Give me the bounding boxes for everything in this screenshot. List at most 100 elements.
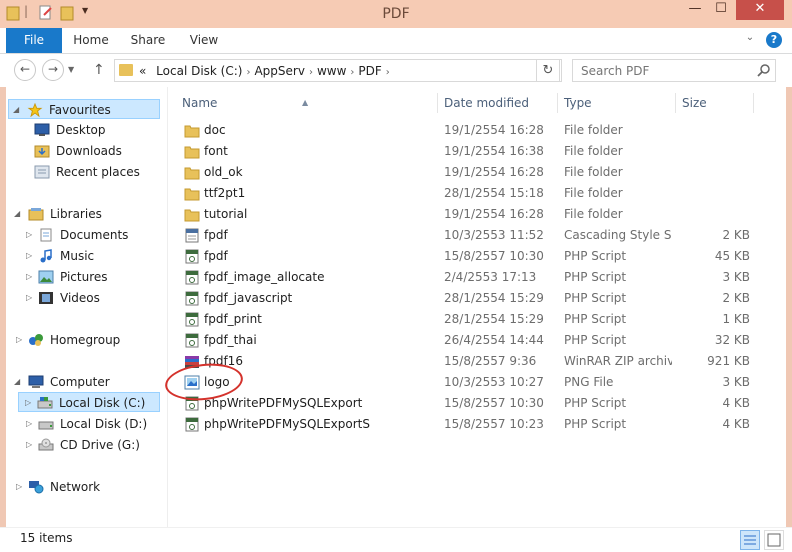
address-bar[interactable]: « Local Disk (C:)›AppServ›www›PDF› ▼ <box>114 59 635 82</box>
file-row[interactable]: tutorial 19/1/2554 16:28 File folder <box>176 204 764 225</box>
chevron-right-icon[interactable]: › <box>246 67 250 78</box>
file-date-modified: 15/8/2557 9:36 <box>444 354 537 368</box>
php-file-icon <box>185 270 199 285</box>
file-row[interactable]: fpdf 15/8/2557 10:30 PHP Script 45 KB <box>176 246 764 267</box>
tab-share[interactable]: Share <box>120 28 176 53</box>
help-icon[interactable]: ? <box>766 32 782 48</box>
nav-homegroup[interactable]: ▷ Homegroup <box>16 330 121 350</box>
file-row[interactable]: fpdf_javascript 28/1/2554 15:29 PHP Script… <box>176 288 764 309</box>
expand-arrow-icon[interactable]: ▷ <box>26 267 32 287</box>
details-view-button[interactable] <box>740 530 760 550</box>
file-row[interactable]: doc 19/1/2554 16:28 File folder <box>176 120 764 141</box>
nav-local-disk-d[interactable]: ▷ Local Disk (D:) <box>26 414 147 434</box>
collapse-arrow-icon[interactable]: ◢ <box>14 372 20 392</box>
expand-arrow-icon[interactable]: ▷ <box>16 477 22 497</box>
large-icons-view-button[interactable] <box>764 530 784 550</box>
back-button[interactable]: ← <box>14 59 36 81</box>
folder-icon <box>184 188 200 201</box>
folder-icon <box>184 125 200 138</box>
minimize-button[interactable]: — <box>682 0 708 20</box>
downloads-icon <box>34 145 50 158</box>
breadcrumb-pdf[interactable]: PDF <box>358 64 381 78</box>
expand-arrow-icon[interactable]: ▷ <box>26 225 32 245</box>
expand-arrow-icon[interactable]: ▷ <box>26 435 32 455</box>
tab-file[interactable]: File <box>6 28 62 53</box>
nav-local-disk-c[interactable]: ▷ Local Disk (C:) <box>18 392 160 412</box>
nav-computer[interactable]: ◢ Computer <box>14 372 110 392</box>
breadcrumb-www[interactable]: www <box>317 64 346 78</box>
breadcrumb-overflow[interactable]: « <box>139 64 146 78</box>
file-row[interactable]: fpdf_thai 26/4/2554 14:44 PHP Script 32 KB <box>176 330 764 351</box>
nav-homegroup-label: Homegroup <box>50 333 121 347</box>
nav-documents-label: Documents <box>60 228 129 242</box>
navigation-pane: ◢ Favourites Desktop Downloads Recent pl… <box>6 87 168 527</box>
nav-libraries[interactable]: ◢ Libraries <box>14 204 102 224</box>
chevron-right-icon[interactable]: › <box>309 67 313 78</box>
nav-downloads[interactable]: Downloads <box>34 141 122 161</box>
expand-arrow-icon[interactable]: ▷ <box>16 330 22 350</box>
folder-icon <box>184 146 200 159</box>
breadcrumb-appserv[interactable]: AppServ <box>254 64 304 78</box>
php-file-icon <box>185 249 199 264</box>
nav-music[interactable]: ▷ Music <box>26 246 94 266</box>
forward-button[interactable]: → <box>42 59 64 81</box>
search-input[interactable] <box>573 60 753 81</box>
file-date-modified: 28/1/2554 15:18 <box>444 186 544 200</box>
nav-documents[interactable]: ▷ Documents <box>26 225 129 245</box>
breadcrumb-local-disk[interactable]: Local Disk (C:) <box>156 64 242 78</box>
column-header-date[interactable]: Date modified <box>438 93 558 113</box>
refresh-button[interactable]: ↻ <box>536 59 560 82</box>
expand-arrow-icon[interactable]: ▷ <box>25 393 31 413</box>
chevron-right-icon[interactable]: › <box>350 67 354 78</box>
close-button[interactable]: ✕ <box>736 0 784 20</box>
sort-ascending-icon: ▲ <box>302 98 309 107</box>
expand-ribbon-icon[interactable]: ⌄ <box>742 32 758 48</box>
search-icon[interactable] <box>757 63 771 77</box>
column-header-name[interactable]: Name ▲ <box>176 93 438 113</box>
file-row[interactable]: fpdf 10/3/2553 11:52 Cascading Style S... 2… <box>176 225 764 246</box>
network-icon <box>29 481 44 494</box>
search-box[interactable] <box>572 59 776 82</box>
file-size: 3 KB <box>722 270 750 284</box>
nav-desktop-label: Desktop <box>56 123 106 137</box>
file-date-modified: 19/1/2554 16:28 <box>444 207 544 221</box>
pictures-icon <box>38 270 54 284</box>
file-size: 1 KB <box>722 312 750 326</box>
nav-videos[interactable]: ▷ Videos <box>26 288 100 308</box>
tab-view[interactable]: View <box>178 28 230 53</box>
nav-favourites[interactable]: ◢ Favourites <box>8 99 160 119</box>
expand-arrow-icon[interactable]: ▷ <box>26 246 32 266</box>
nav-recent-places[interactable]: Recent places <box>34 162 140 182</box>
nav-desktop[interactable]: Desktop <box>34 120 106 140</box>
nav-favourites-label: Favourites <box>49 103 111 117</box>
column-header-size[interactable]: Size <box>676 93 754 113</box>
chevron-right-icon[interactable]: › <box>386 67 390 78</box>
file-row[interactable]: ttf2pt1 28/1/2554 15:18 File folder <box>176 183 764 204</box>
expand-arrow-icon[interactable]: ▷ <box>26 288 32 308</box>
tab-home[interactable]: Home <box>64 28 118 53</box>
file-row[interactable]: fpdf16 15/8/2557 9:36 WinRAR ZIP archive 92… <box>176 351 764 372</box>
column-header-type[interactable]: Type <box>558 93 676 113</box>
file-name: fpdf <box>204 249 228 263</box>
nav-pictures[interactable]: ▷ Pictures <box>26 267 108 287</box>
file-row[interactable]: logo 10/3/2553 10:27 PNG File 3 KB <box>176 372 764 393</box>
file-row[interactable]: phpWritePDFMySQLExport 15/8/2557 10:30 PHP… <box>176 393 764 414</box>
collapse-arrow-icon[interactable]: ◢ <box>13 100 19 120</box>
file-row[interactable]: fpdf_print 28/1/2554 15:29 PHP Script 1 KB <box>176 309 764 330</box>
nav-downloads-label: Downloads <box>56 144 122 158</box>
up-arrow-icon[interactable]: ↑ <box>93 62 105 78</box>
recent-locations-icon[interactable]: ▼ <box>68 65 74 74</box>
nav-network[interactable]: ▷ Network <box>16 477 100 497</box>
file-row[interactable]: font 19/1/2554 16:38 File folder <box>176 141 764 162</box>
file-row[interactable]: phpWritePDFMySQLExportS 15/8/2557 10:23 PH… <box>176 414 764 435</box>
file-row[interactable]: old_ok 19/1/2554 16:28 File folder <box>176 162 764 183</box>
computer-icon <box>28 375 44 388</box>
collapse-arrow-icon[interactable]: ◢ <box>14 204 20 224</box>
nav-cd-drive-g[interactable]: ▷ CD Drive (G:) <box>26 435 140 455</box>
homegroup-icon <box>29 334 43 346</box>
php-file-icon <box>185 291 199 306</box>
maximize-button[interactable]: ☐ <box>708 0 734 20</box>
file-row[interactable]: fpdf_image_allocate 2/4/2553 17:13 PHP Scr… <box>176 267 764 288</box>
scrollbar[interactable] <box>772 87 786 527</box>
expand-arrow-icon[interactable]: ▷ <box>26 414 32 434</box>
